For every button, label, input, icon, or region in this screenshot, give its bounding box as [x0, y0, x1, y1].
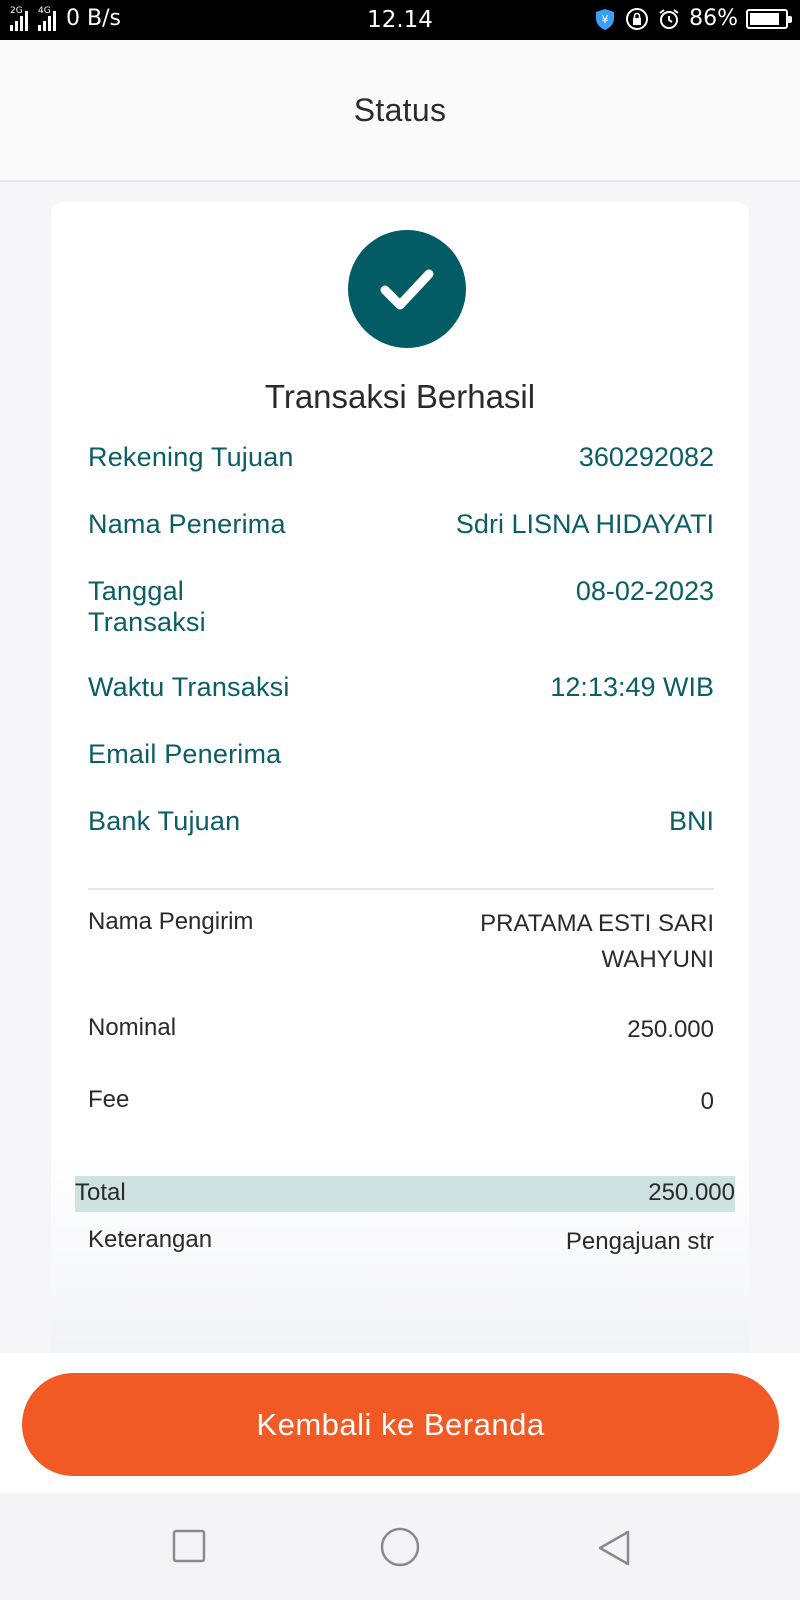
- row-value: PRATAMA ESTI SARI WAHYUNI: [480, 906, 714, 978]
- success-check-icon: [348, 230, 466, 348]
- row-label: Nominal: [88, 1014, 177, 1041]
- row-label: Email Penerima: [88, 739, 282, 769]
- row-value: 250.000: [627, 1016, 714, 1043]
- row-label: Keterangan: [88, 1226, 213, 1253]
- row-label: Waktu Transaksi: [88, 672, 290, 702]
- row-value: Pengajuan str: [565, 1228, 714, 1255]
- back-to-home-button[interactable]: Kembali ke Beranda: [22, 1373, 779, 1476]
- result-title: Transaksi Berhasil: [264, 378, 536, 415]
- row-value: BNI: [668, 806, 714, 836]
- row-label: Bank Tujuan: [88, 806, 241, 836]
- shield-icon: ¥: [596, 8, 615, 30]
- row-value-line: PRATAMA ESTI SARI: [480, 910, 714, 937]
- row-label-line: Tanggal: [88, 576, 184, 606]
- back-icon[interactable]: [596, 1529, 632, 1567]
- status-bar: 2G 4G 0 B/s 12.14 ¥ 86%: [0, 0, 800, 40]
- status-bar-right: ¥ 86%: [593, 6, 792, 31]
- row-value: 0: [700, 1088, 714, 1115]
- row-label: Nama Penerima: [88, 509, 286, 539]
- row-value: Sdri LISNA HIDAYATI: [455, 509, 714, 539]
- row-value-line: WAHYUNI: [601, 946, 714, 973]
- row-label-line: Transaksi: [88, 607, 206, 637]
- app-header: Status: [0, 40, 800, 182]
- transaction-card: Transaksi Berhasil Rekening Tujuan 36029…: [51, 202, 749, 1362]
- row-value: 360292082: [578, 442, 714, 472]
- page-title: Status: [353, 91, 447, 128]
- row-label: Fee: [88, 1086, 130, 1113]
- total-value: 250.000: [648, 1179, 735, 1206]
- system-nav-bar: [0, 1493, 800, 1600]
- battery-percentage: 86%: [689, 6, 738, 31]
- total-row: Total 250.000: [75, 1176, 735, 1212]
- row-label: Nama Pengirim: [88, 908, 254, 935]
- checkmark-icon: [380, 269, 434, 310]
- alarm-icon: [659, 8, 679, 29]
- row-value: 08-02-2023: [575, 576, 714, 606]
- total-label: Total: [75, 1179, 126, 1206]
- recent-apps-icon[interactable]: [172, 1529, 206, 1563]
- battery-icon: [746, 8, 792, 29]
- battery-level: [750, 12, 780, 25]
- rotation-lock-icon: [626, 7, 649, 30]
- home-icon[interactable]: [379, 1526, 421, 1568]
- divider: [88, 888, 714, 890]
- row-label: Rekening Tujuan: [88, 442, 294, 472]
- svg-text:¥: ¥: [602, 13, 609, 26]
- row-label: Tanggal Transaksi: [88, 576, 206, 638]
- row-value: 12:13:49 WIB: [550, 672, 714, 702]
- footer: Kembali ke Beranda: [0, 1353, 800, 1493]
